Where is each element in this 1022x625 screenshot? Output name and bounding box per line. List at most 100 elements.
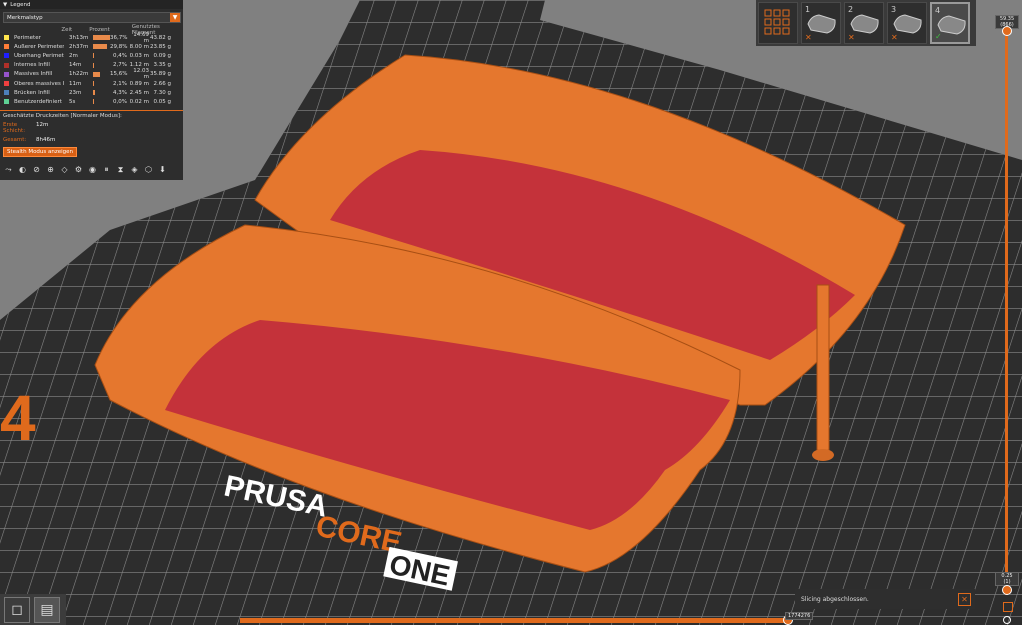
feature-percent-bar	[93, 44, 110, 50]
seams-icon[interactable]: ◇	[60, 165, 69, 174]
notification: Slicing abgeschlossen. ✕	[795, 589, 975, 609]
feature-weight: 2.66 g	[153, 80, 172, 87]
feature-percent: 2,1%	[113, 80, 127, 87]
feature-percent: 29,8%	[110, 43, 128, 50]
feature-length: 12.03 m	[133, 68, 149, 81]
deretraction-icon[interactable]: ⊕	[46, 165, 55, 174]
feature-time: 2h37m	[69, 43, 89, 50]
feature-length: 0.89 m	[129, 80, 149, 87]
pause-icon[interactable]: ⏸	[102, 165, 111, 174]
travel-icon[interactable]: ⤳	[4, 165, 13, 174]
feature-percent: 0,0%	[113, 98, 127, 105]
legend-row[interactable]: Äußerer Perimeter 2h37m 29,8% 8.00 m 23.85 g	[0, 42, 183, 51]
feature-weight: 43.82 g	[150, 34, 171, 41]
layer-top-thumb[interactable]	[1002, 26, 1012, 36]
feature-percent-fill	[93, 62, 95, 68]
layer-slider[interactable]: 59.35 (866) 0.25 (1)	[995, 12, 1022, 625]
shells-icon[interactable]: ⬡	[144, 165, 153, 174]
feature-time: 3h13m	[69, 34, 89, 41]
arrange-all-plates[interactable]	[758, 2, 798, 44]
feature-percent: 36,7%	[110, 34, 128, 41]
col-time: Zeit	[61, 26, 73, 33]
preview-layers-icon[interactable]: ▤	[34, 597, 60, 623]
feature-weight: 23.85 g	[150, 43, 171, 50]
layer-slider-track[interactable]	[1005, 30, 1008, 595]
feature-name: Brücken Infill	[14, 89, 50, 96]
color-change-icon[interactable]: ◉	[88, 165, 97, 174]
feature-color-swatch	[4, 81, 9, 87]
retraction-icon[interactable]: ⊘	[32, 165, 41, 174]
tool-marker-icon[interactable]: ⬇	[158, 165, 167, 174]
plate-thumbnail[interactable]: 3 ✕	[887, 2, 927, 44]
feature-percent-fill	[93, 99, 94, 105]
feature-percent: 4,3%	[113, 89, 127, 96]
feature-weight: 35.89 g	[150, 71, 171, 78]
view-type-dropdown[interactable]: Merkmalstyp ▼	[3, 12, 181, 23]
total-label: Gesamt:	[3, 136, 27, 143]
cog-icon[interactable]	[1003, 616, 1011, 624]
feature-color-swatch	[4, 71, 9, 77]
feature-length: 8.00 m	[129, 43, 149, 50]
legend-panel: ▼ Legend Merkmalstyp ▼ Zeit Prozent Genu…	[0, 0, 183, 180]
plate-thumbnail[interactable]: 1 ✕	[801, 2, 841, 44]
feature-color-swatch	[4, 62, 9, 68]
legend-row[interactable]: Brücken Infill 23m 4,3% 2.45 m 7.30 g	[0, 88, 183, 97]
feature-percent-fill	[93, 35, 110, 41]
total-row: Gesamt: 8h46m	[3, 137, 183, 143]
plate-thumbnail[interactable]: 4 ✓	[930, 2, 970, 44]
settings-icon[interactable]	[1003, 602, 1013, 612]
legend-rows: Perimeter 3h13m 36,7% 14.69 m 43.82 g Äußerer…	[0, 31, 183, 107]
view-type-value: Merkmalstyp	[7, 14, 43, 21]
gcode-move-slider[interactable]	[240, 618, 790, 623]
feature-percent-fill	[93, 44, 107, 50]
feature-name: Perimeter	[14, 34, 41, 41]
feature-length: 0.02 m	[129, 98, 149, 105]
gcode-move-value: 1774276	[785, 612, 814, 620]
feature-weight: 7.30 g	[153, 89, 172, 96]
feature-percent-fill	[93, 71, 101, 77]
legend-titlebar[interactable]: ▼ Legend	[0, 0, 183, 9]
chevron-down-icon[interactable]: ▼	[170, 13, 180, 22]
bed-plate-number: 4	[0, 382, 36, 454]
legend-row[interactable]: Massives Infill 1h22m 15,6% 12.03 m 35.89 g	[0, 68, 183, 81]
custom-gcode-icon[interactable]: ⧗	[116, 165, 125, 174]
layer-bottom-label: 0.25 (1)	[995, 572, 1019, 586]
feature-time: 2m	[69, 52, 78, 59]
feature-percent-bar	[93, 71, 110, 77]
layer-bottom-thumb[interactable]	[1002, 585, 1012, 595]
3d-view-icon[interactable]: ◻	[4, 597, 30, 623]
collapse-icon[interactable]: ▼	[3, 2, 7, 8]
legend-row[interactable]: Oberes massives Infill 11m 2,1%0.89 m 2.66 …	[0, 79, 183, 88]
first-layer-value: 12m	[36, 121, 49, 128]
close-icon[interactable]: ✕	[958, 592, 971, 606]
grid-icon	[764, 9, 790, 35]
legend-row[interactable]: Perimeter 3h13m 36,7% 14.69 m 43.82 g	[0, 31, 183, 44]
feature-color-swatch	[4, 44, 9, 50]
cross-icon: ✕	[848, 33, 855, 42]
feature-time: 1h22m	[69, 71, 89, 78]
feature-percent-bar	[93, 62, 110, 68]
legend-row[interactable]: Internes Infill 14m 2,7% 1.12 m 3.35 g	[0, 61, 183, 70]
legend-row[interactable]: Benutzerdefiniert 5s 0,0% 0.02 m 0.05 g	[0, 97, 183, 106]
feature-percent-bar	[93, 35, 110, 41]
check-icon: ✓	[935, 32, 942, 41]
feature-length: 2.45 m	[129, 89, 149, 96]
wipe-icon[interactable]: ◐	[18, 165, 27, 174]
notification-text: Slicing abgeschlossen.	[801, 595, 869, 603]
plate-thumbnail[interactable]: 2 ✕	[844, 2, 884, 44]
legend-header: Zeit Prozent Genutztes Filament	[0, 24, 183, 36]
legend-title: Legend	[10, 1, 31, 8]
plate-selector: 1 ✕ 2 ✕ 3 ✕ 4 ✓	[756, 0, 976, 46]
legend-row[interactable]: Überhang Perimeter 2m 0,4% 0.03 m 0.09 g	[0, 51, 183, 60]
feature-weight: 0.05 g	[153, 98, 172, 105]
center-of-gravity-icon[interactable]: ◈	[130, 165, 139, 174]
feature-length: 1.12 m	[129, 62, 149, 69]
feature-color-swatch	[4, 99, 9, 105]
feature-percent-bar	[93, 81, 110, 87]
feature-percent-fill	[93, 53, 94, 59]
feature-percent: 2,7%	[113, 62, 127, 69]
feature-length: 14.69 m	[133, 31, 149, 44]
stealth-mode-button[interactable]: Stealth Modus anzeigen	[3, 146, 78, 157]
tool-change-icon[interactable]: ⚙	[74, 165, 83, 174]
feature-color-swatch	[4, 35, 9, 41]
